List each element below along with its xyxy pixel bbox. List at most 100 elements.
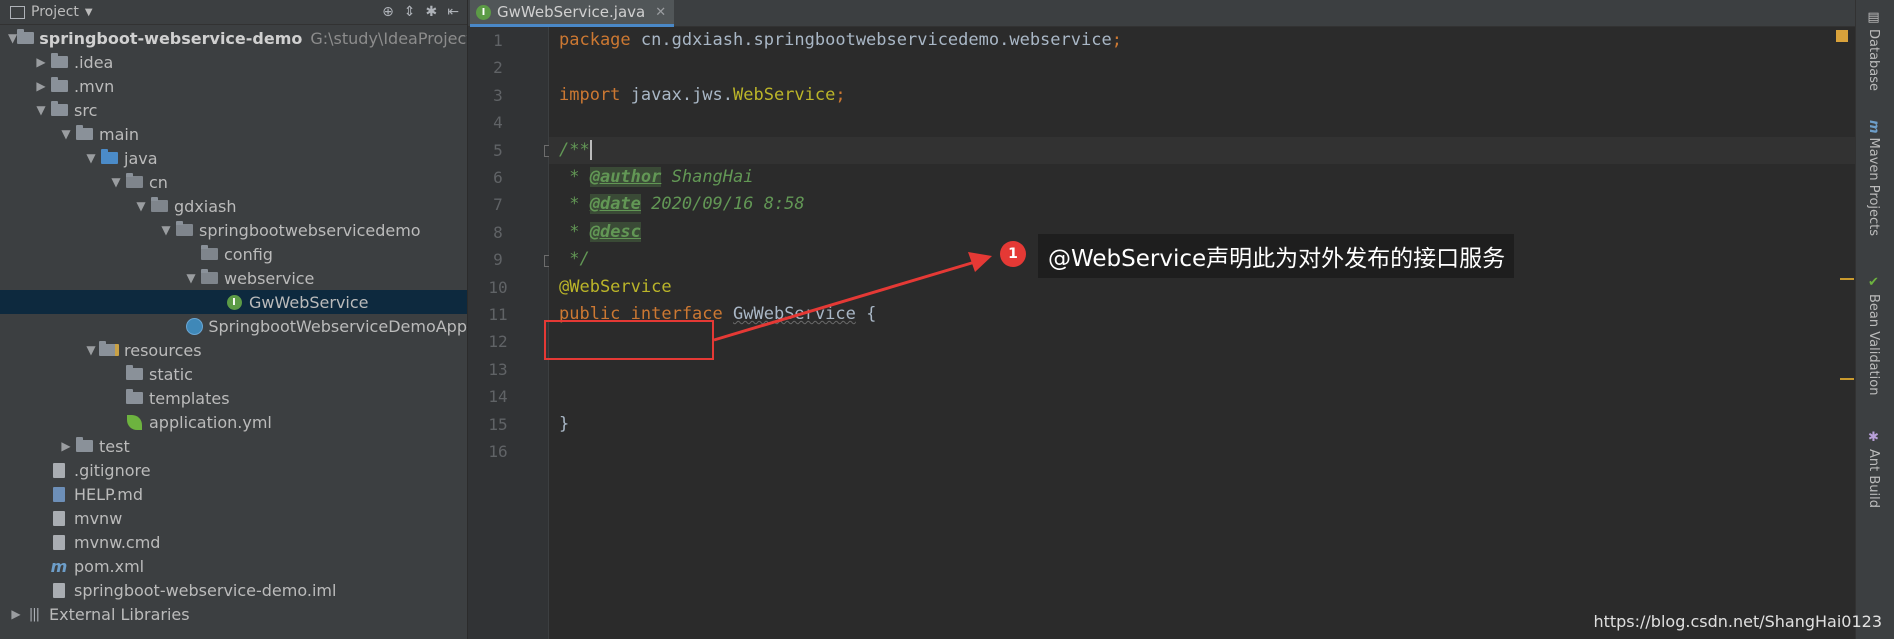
tree-item-label: springboot-webservice-demo xyxy=(39,28,303,48)
hide-icon[interactable]: ⇤ xyxy=(447,4,459,20)
collapse-arrow-icon[interactable]: ▶ xyxy=(33,79,49,93)
folder-icon xyxy=(74,125,94,142)
spring-boot-class-icon xyxy=(186,317,204,335)
tree-item[interactable]: config xyxy=(0,242,467,266)
line-number: 11 xyxy=(488,305,508,324)
expand-arrow-icon[interactable]: ▼ xyxy=(33,103,49,117)
caret-row-highlight xyxy=(549,136,1856,164)
line-number: 6 xyxy=(493,168,503,187)
line-number: 4 xyxy=(493,113,503,133)
project-tool-window: Project ▼ ⊕ ⇕ ✱ ⇤ ▼ springboot-webservice… xyxy=(0,0,468,639)
code-line[interactable]: * @author ShangHai xyxy=(559,164,754,191)
project-view-selector[interactable]: Project ▼ xyxy=(0,4,93,20)
line-number: 16 xyxy=(488,442,508,461)
code-line[interactable]: /** xyxy=(559,137,592,164)
annotation-label: @WebService声明此为对外发布的接口服务 xyxy=(1038,234,1514,278)
expand-arrow-icon[interactable]: ▼ xyxy=(8,31,17,45)
project-icon xyxy=(10,5,25,19)
scroll-from-source-icon[interactable]: ⊕ xyxy=(382,4,394,20)
error-stripe-mark[interactable] xyxy=(1840,378,1854,380)
code-editor[interactable]: package cn.gdxiash.springbootwebserviced… xyxy=(549,27,1856,639)
folder-icon xyxy=(49,101,69,118)
annotation-badge: 1 xyxy=(1000,241,1026,267)
tree-item-label: External Libraries xyxy=(49,604,190,624)
package-icon xyxy=(199,269,219,286)
tree-item[interactable]: static xyxy=(0,362,467,386)
code-line[interactable]: * @date 2020/09/16 8:58 xyxy=(559,191,805,218)
expand-arrow-icon[interactable]: ▼ xyxy=(58,127,74,141)
tree-item[interactable]: ▼ java xyxy=(0,146,467,170)
tab-ant-build[interactable]: ✱Ant Build xyxy=(1866,430,1881,508)
code-line[interactable]: @WebService xyxy=(559,274,672,301)
code-line[interactable]: */ xyxy=(559,246,589,273)
tree-item[interactable]: SpringbootWebserviceDemoApp xyxy=(0,314,467,338)
tree-item[interactable]: ▼ resources xyxy=(0,338,467,362)
tree-item[interactable]: HELP.md xyxy=(0,482,467,506)
chevron-down-icon[interactable]: ▼ xyxy=(85,7,93,18)
tree-item[interactable]: templates xyxy=(0,386,467,410)
code-line[interactable]: * @desc xyxy=(559,219,641,246)
code-line[interactable]: } xyxy=(559,411,569,438)
maven-icon: m xyxy=(50,556,68,576)
line-number: 2 xyxy=(493,58,503,78)
tree-item[interactable]: ▶ .mvn xyxy=(0,74,467,98)
expand-arrow-icon[interactable]: ▼ xyxy=(133,199,149,213)
tree-item-label: SpringbootWebserviceDemoApp xyxy=(208,316,467,336)
tree-item[interactable]: .gitignore xyxy=(0,458,467,482)
tree-item[interactable]: ▼ cn xyxy=(0,170,467,194)
tree-item[interactable]: mvnw xyxy=(0,506,467,530)
tree-item[interactable]: ▼ src xyxy=(0,98,467,122)
collapse-arrow-icon[interactable]: ▶ xyxy=(58,439,74,453)
text-caret xyxy=(589,139,592,160)
warning-indicator[interactable] xyxy=(1836,30,1848,42)
expand-arrow-icon[interactable]: ▼ xyxy=(158,223,174,237)
right-tool-strip: ▤Database mMaven Projects ✔Bean Validati… xyxy=(1855,0,1894,639)
tab-database[interactable]: ▤Database xyxy=(1866,10,1881,91)
ant-icon: ✱ xyxy=(1866,430,1881,445)
bean-validation-icon: ✔ xyxy=(1866,275,1881,290)
collapse-all-icon[interactable]: ⇕ xyxy=(404,4,416,20)
collapse-arrow-icon[interactable]: ▶ xyxy=(33,55,49,69)
close-icon[interactable]: ✕ xyxy=(655,5,666,20)
package-icon xyxy=(174,221,194,238)
expand-arrow-icon[interactable]: ▼ xyxy=(108,175,124,189)
line-number: 5 xyxy=(493,140,503,160)
folder-icon xyxy=(124,365,144,382)
tab-gwwebservice-java[interactable]: I GwWebService.java ✕ xyxy=(470,0,675,27)
tree-item[interactable]: ▼ springboot-webservice-demo G:\study\Idea… xyxy=(0,26,467,50)
tree-item[interactable]: ▶ test xyxy=(0,434,467,458)
code-line[interactable]: import javax.jws.WebService; xyxy=(559,82,846,109)
tree-item-label: templates xyxy=(149,388,230,408)
file-icon xyxy=(49,582,69,598)
line-number: 9 xyxy=(493,250,503,270)
tree-item[interactable]: I GwWebService xyxy=(0,290,467,314)
tree-item[interactable]: ▼ gdxiash xyxy=(0,194,467,218)
file-icon xyxy=(49,462,69,478)
line-number: 3 xyxy=(493,85,503,105)
error-stripe-mark[interactable] xyxy=(1840,278,1854,280)
expand-arrow-icon[interactable]: ▼ xyxy=(83,151,99,165)
tree-item[interactable]: m pom.xml xyxy=(0,554,467,578)
tree-item[interactable]: ▼ webservice xyxy=(0,266,467,290)
gear-icon[interactable]: ✱ xyxy=(426,4,438,20)
tree-item[interactable]: ▼ springbootwebservicedemo xyxy=(0,218,467,242)
collapse-arrow-icon[interactable]: ▶ xyxy=(8,607,24,621)
tree-item[interactable]: application.yml xyxy=(0,410,467,434)
line-number: 14 xyxy=(488,387,508,407)
expand-arrow-icon[interactable]: ▼ xyxy=(183,271,199,285)
tree-item[interactable]: ▼ main xyxy=(0,122,467,146)
tree-item-label: gdxiash xyxy=(174,196,237,216)
tab-maven-projects[interactable]: mMaven Projects xyxy=(1866,120,1881,236)
code-line[interactable]: package cn.gdxiash.springbootwebserviced… xyxy=(559,27,1122,54)
project-header: Project ▼ ⊕ ⇕ ✱ ⇤ xyxy=(0,0,467,25)
resources-folder-icon xyxy=(99,341,119,358)
tree-item-label: test xyxy=(99,436,130,456)
tree-item[interactable]: mvnw.cmd xyxy=(0,530,467,554)
tree-item[interactable]: ▶ .idea xyxy=(0,50,467,74)
tree-item[interactable]: ▶ ||| External Libraries xyxy=(0,602,467,626)
tree-item[interactable]: springboot-webservice-demo.iml xyxy=(0,578,467,602)
expand-arrow-icon[interactable]: ▼ xyxy=(83,343,99,357)
tree-item-label: springbootwebservicedemo xyxy=(199,220,421,240)
package-icon xyxy=(149,197,169,214)
tab-bean-validation[interactable]: ✔Bean Validation xyxy=(1866,275,1881,395)
